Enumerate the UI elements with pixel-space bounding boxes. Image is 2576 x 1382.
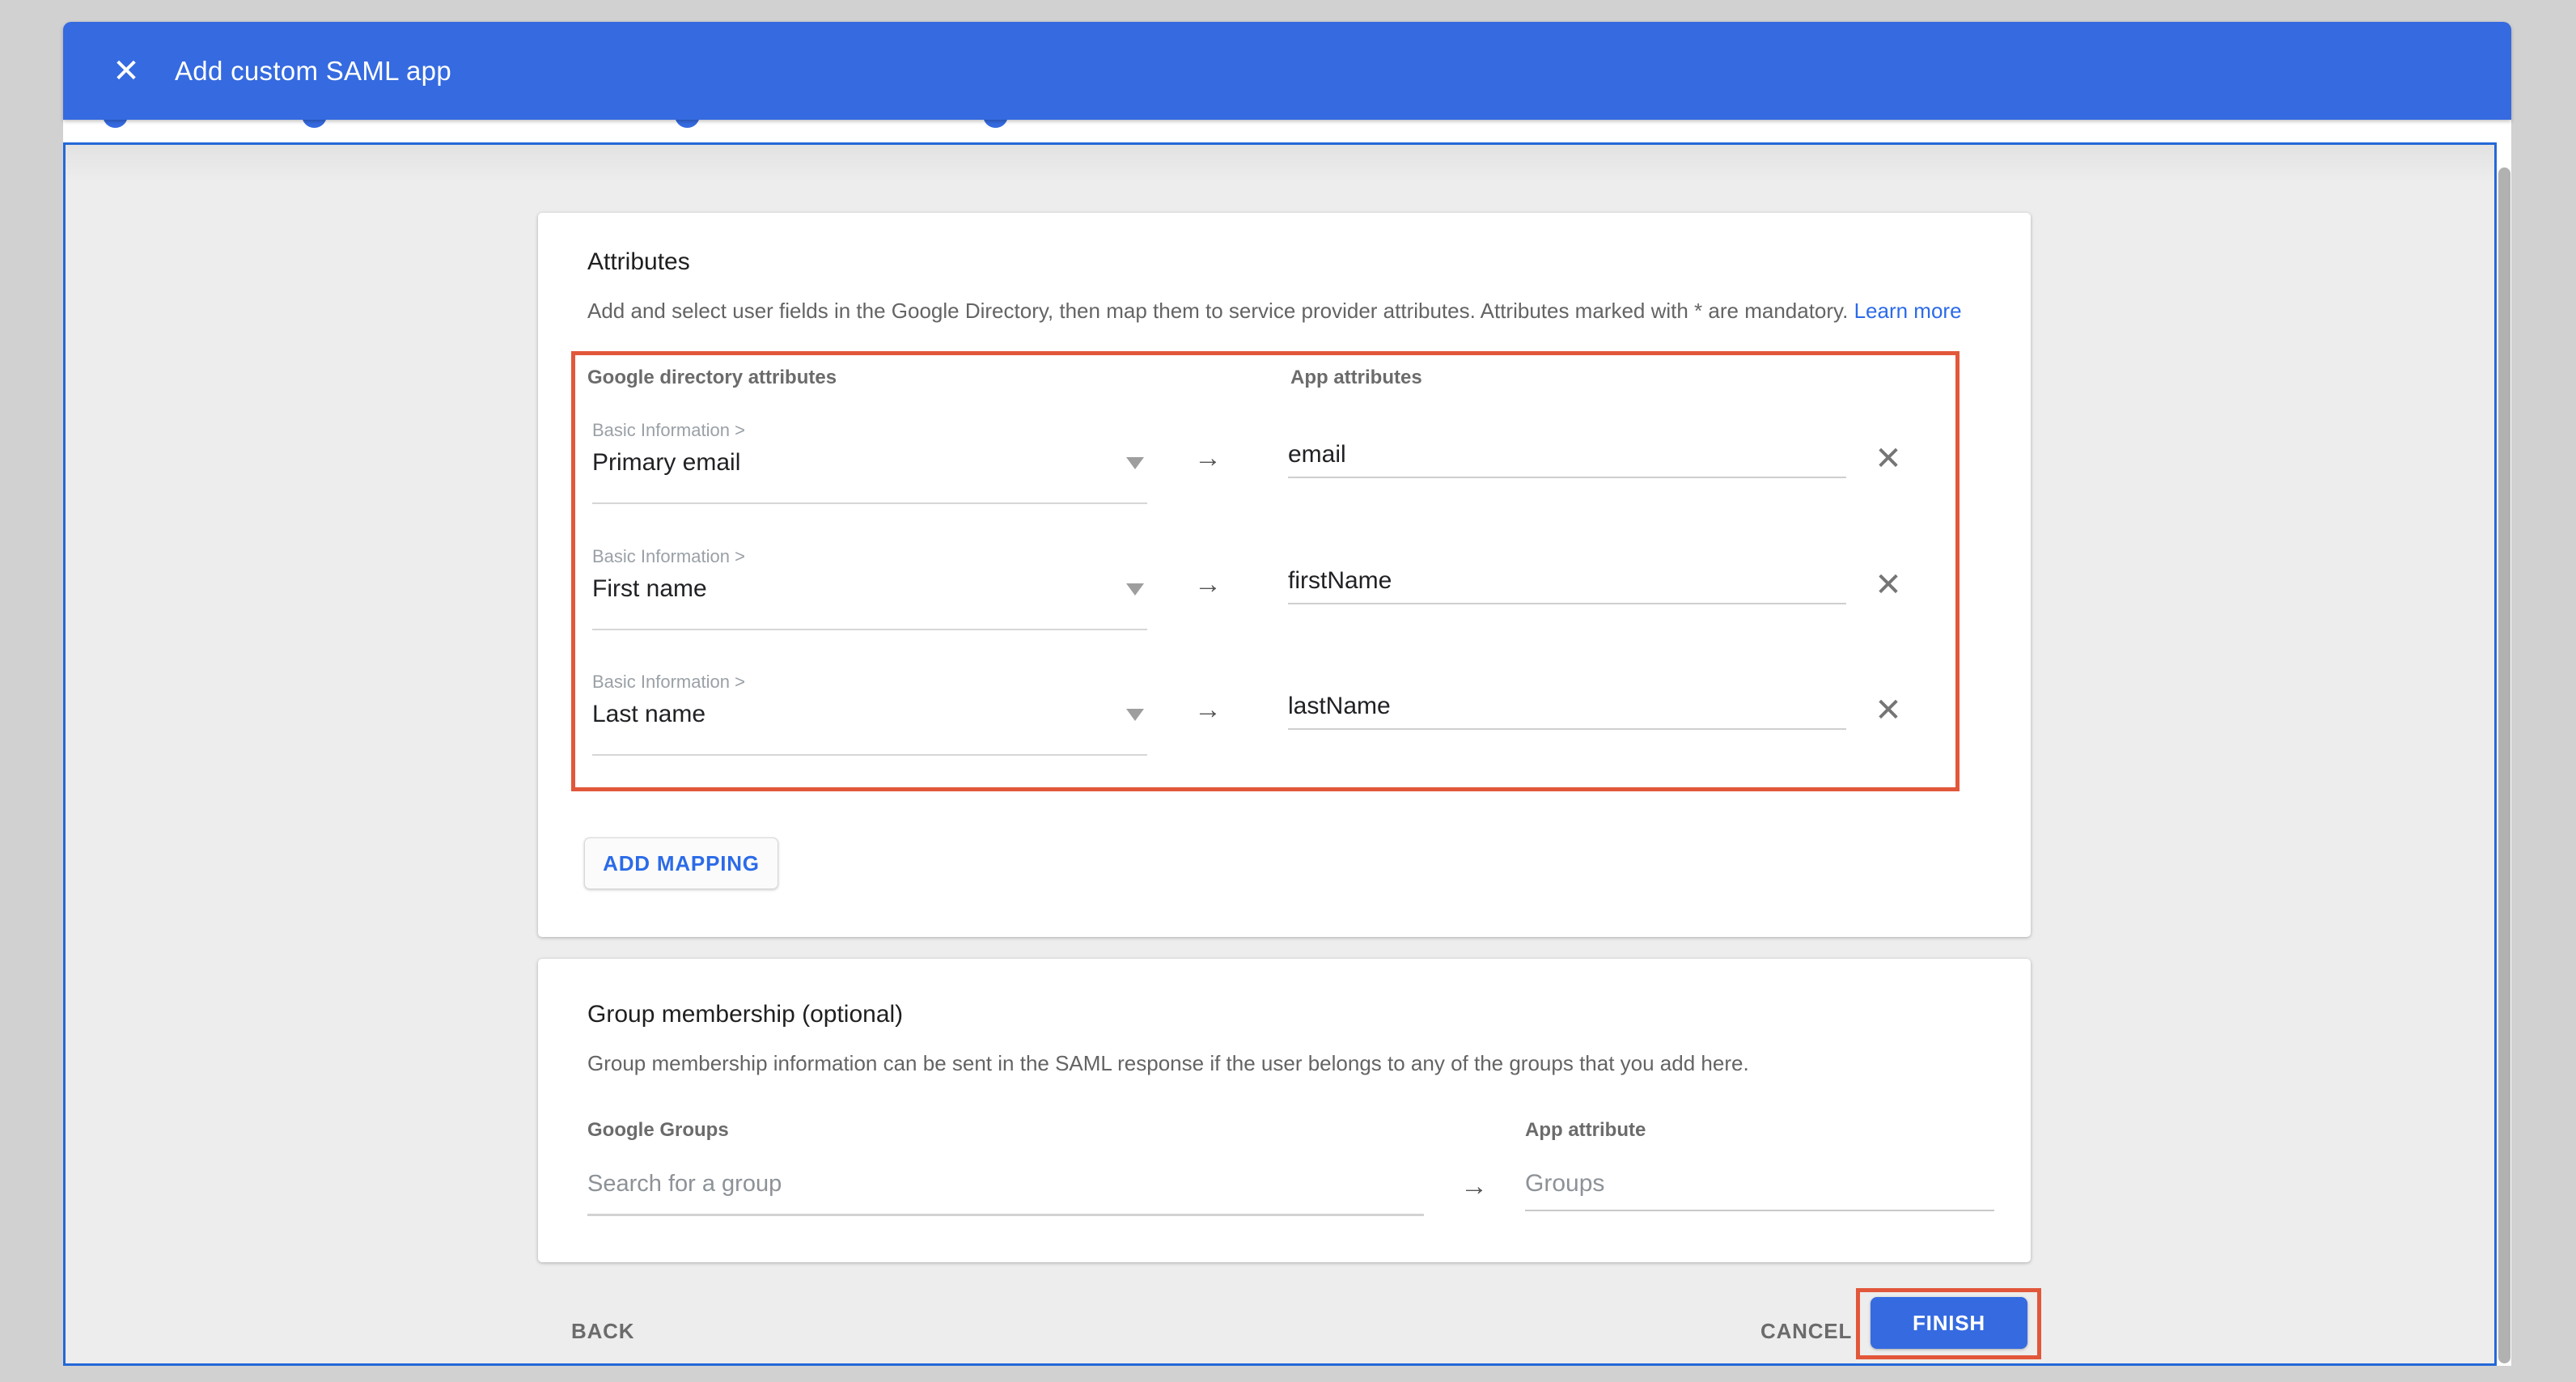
attributes-card: Attributes Add and select user fields in… — [538, 213, 2031, 937]
remove-mapping-icon[interactable]: ✕ — [1864, 562, 1913, 608]
modal-header: ✕ Add custom SAML app — [63, 22, 2511, 120]
directory-attribute-select[interactable]: Primary email — [592, 444, 1147, 504]
directory-attribute-value: Last name — [592, 701, 705, 728]
add-mapping-button[interactable]: ADD MAPPING — [584, 837, 778, 889]
maps-to-arrow-icon: → — [1194, 443, 1222, 474]
mapping-row: Basic Information > First name → ✕ — [571, 546, 1960, 659]
group-membership-card: Group membership (optional) Group member… — [538, 959, 2031, 1262]
dropdown-arrow-icon — [1126, 583, 1144, 596]
app-attribute-input[interactable] — [1288, 689, 1846, 730]
maps-to-arrow-icon: → — [1194, 569, 1222, 600]
groups-attribute-input[interactable] — [1525, 1163, 1994, 1211]
group-card-title: Group membership (optional) — [587, 1001, 903, 1028]
dropdown-arrow-icon — [1126, 457, 1144, 469]
directory-attribute-select[interactable]: Last name — [592, 696, 1147, 756]
learn-more-link[interactable]: Learn more — [1854, 299, 1962, 323]
directory-attributes-column-header: Google directory attributes — [587, 367, 837, 389]
mapping-category-label: Basic Information > — [592, 546, 745, 567]
back-button[interactable]: BACK — [571, 1319, 634, 1344]
scrollbar-thumb[interactable] — [2498, 167, 2510, 1363]
mapping-category-label: Basic Information > — [592, 420, 745, 441]
finish-button[interactable]: FINISH — [1871, 1297, 2027, 1349]
dropdown-arrow-icon — [1126, 709, 1144, 721]
cancel-button[interactable]: CANCEL — [1760, 1319, 1852, 1344]
google-groups-label: Google Groups — [587, 1119, 729, 1142]
modal-title: Add custom SAML app — [175, 56, 451, 87]
app-attributes-column-header: App attributes — [1290, 367, 1422, 389]
group-search-input[interactable] — [587, 1163, 1424, 1216]
mapping-category-label: Basic Information > — [592, 672, 745, 693]
remove-mapping-icon[interactable]: ✕ — [1864, 436, 1913, 481]
mapping-row: Basic Information > Primary email → ✕ — [571, 420, 1960, 533]
attributes-description-text: Add and select user fields in the Google… — [587, 299, 1848, 323]
maps-to-arrow-icon: → — [1460, 1171, 1488, 1202]
maps-to-arrow-icon: → — [1194, 694, 1222, 726]
directory-attribute-value: Primary email — [592, 449, 740, 477]
attributes-card-title: Attributes — [587, 248, 690, 276]
group-card-description: Group membership information can be sent… — [587, 1051, 1749, 1076]
attributes-card-description: Add and select user fields in the Google… — [587, 299, 1962, 324]
directory-attribute-value: First name — [592, 575, 707, 603]
directory-attribute-select[interactable]: First name — [592, 570, 1147, 630]
app-attribute-input[interactable] — [1288, 438, 1846, 478]
close-icon[interactable]: ✕ — [78, 55, 175, 87]
mapping-row: Basic Information > Last name → ✕ — [571, 672, 1960, 785]
group-app-attribute-label: App attribute — [1525, 1119, 1646, 1142]
remove-mapping-icon[interactable]: ✕ — [1864, 688, 1913, 733]
app-attribute-input[interactable] — [1288, 564, 1846, 604]
